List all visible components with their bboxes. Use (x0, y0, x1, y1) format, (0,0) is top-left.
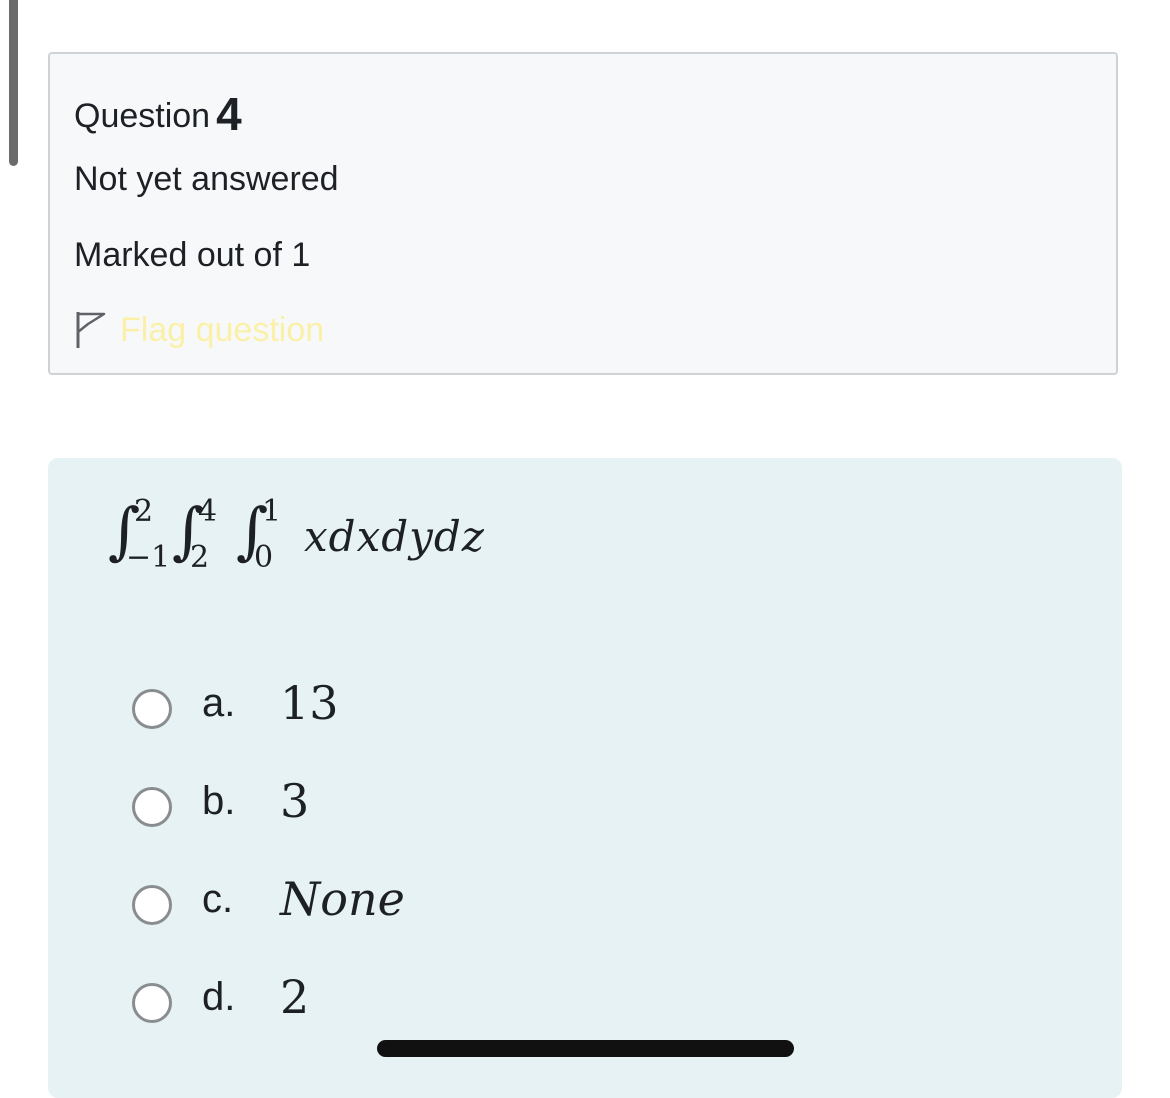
option-letter: d. (202, 974, 236, 1019)
question-marks: Marked out of 1 (74, 236, 311, 274)
integral-upper-bound: 1 (262, 494, 282, 529)
option-value: 13 (280, 676, 339, 730)
option-value: 2 (280, 970, 310, 1024)
question-number: 4 (216, 88, 242, 140)
radio-button[interactable] (132, 689, 172, 729)
question-info-card: Question 4 Not yet answered Marked out of… (48, 52, 1118, 375)
option-letter: a. (202, 680, 236, 725)
flag-question-button[interactable]: Flag question (74, 310, 324, 350)
question-title: Question 4 (74, 84, 242, 140)
flag-icon (76, 312, 106, 348)
option-value: 3 (280, 774, 310, 828)
answer-option-a[interactable]: a. 13 (132, 654, 405, 752)
integrand: xdxdydz (304, 512, 485, 561)
integral-upper-bound: 4 (198, 494, 218, 529)
question-panel: ∫ 2 −1 ∫ 4 2 ∫ 1 0 xdxdydz a. 13 b. 3 c. (48, 458, 1122, 1098)
integral-inner: ∫ 1 0 (236, 494, 282, 575)
answer-option-d[interactable]: d. 2 (132, 948, 405, 1046)
option-letter: b. (202, 778, 236, 823)
integral-outer: ∫ 2 −1 (108, 494, 171, 575)
scroll-indicator[interactable] (9, 0, 18, 166)
integral-lower-bound: 0 (254, 540, 274, 575)
question-label: Question (74, 97, 211, 135)
question-status: Not yet answered (74, 160, 339, 198)
answer-option-c[interactable]: c. None (132, 850, 405, 948)
option-letter: c. (202, 876, 234, 921)
answer-options: a. 13 b. 3 c. None d. 2 (132, 654, 405, 1046)
integral-upper-bound: 2 (134, 494, 154, 529)
integral-middle: ∫ 4 2 (172, 494, 218, 575)
radio-button[interactable] (132, 787, 172, 827)
integral-lower-bound: −1 (126, 540, 171, 575)
question-formula: ∫ 2 −1 ∫ 4 2 ∫ 1 0 xdxdydz (108, 494, 485, 575)
home-indicator[interactable] (377, 1040, 794, 1057)
flag-question-label: Flag question (120, 310, 325, 349)
radio-button[interactable] (132, 885, 172, 925)
answer-option-b[interactable]: b. 3 (132, 752, 405, 850)
radio-button[interactable] (132, 983, 172, 1023)
integral-lower-bound: 2 (190, 540, 210, 575)
option-value: None (280, 872, 405, 926)
